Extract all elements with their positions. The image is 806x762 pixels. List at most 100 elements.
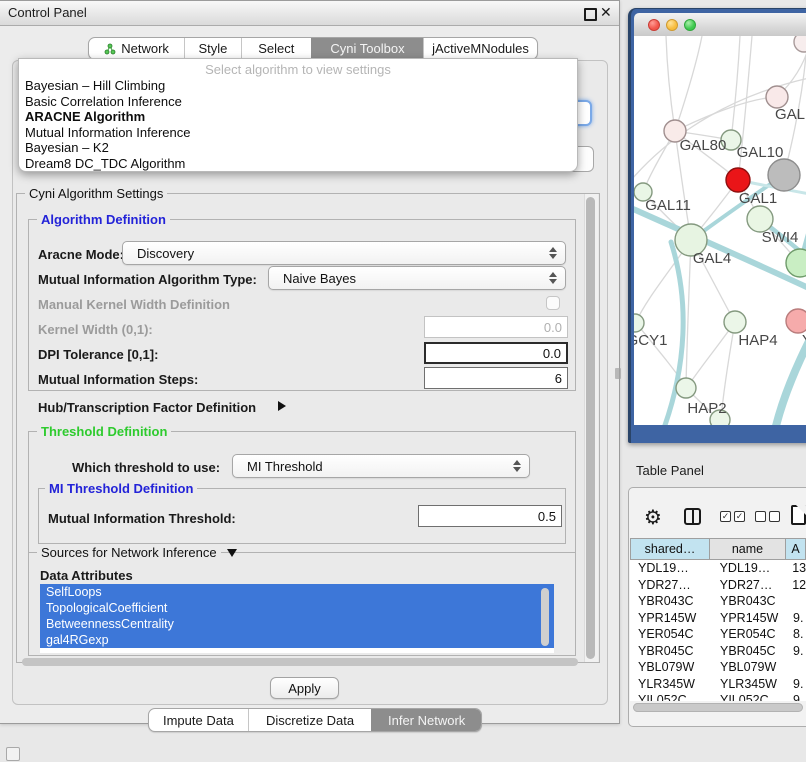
network-node-labels: GALGAL80GAL10GAL1GAL11GAL4SWI4GCY1HAP4YH… — [634, 106, 806, 417]
network-node-hap2[interactable] — [676, 378, 696, 398]
network-node[interactable] — [726, 168, 750, 192]
network-node-y[interactable] — [786, 309, 806, 333]
which-threshold-label: Which threshold to use: — [72, 460, 220, 475]
control-panel-titlebar[interactable]: Control Panel ✕ — [0, 1, 619, 26]
table-cell: 8. — [786, 627, 803, 641]
mi-algorithm-type-combo[interactable]: Naive Bayes — [268, 266, 566, 290]
table-cell: YBL079W — [710, 660, 786, 674]
table-row[interactable]: YBR043CYBR043C — [630, 593, 806, 610]
algorithm-definition-title: Algorithm Definition — [37, 212, 170, 227]
control-panel-title: Control Panel — [8, 5, 87, 20]
tab-impute-data[interactable]: Impute Data — [149, 709, 248, 731]
data-attributes-label: Data Attributes — [40, 568, 133, 583]
mi-algorithm-type-label: Mutual Information Algorithm Type: — [38, 272, 257, 287]
checkbox-unchecked-icon[interactable] — [755, 511, 766, 522]
bottom-tab-bar: Impute Data Discretize Data Infer Networ… — [148, 708, 482, 732]
zoom-traffic-light[interactable] — [684, 19, 696, 31]
checkbox-unchecked-icon[interactable] — [769, 511, 780, 522]
attribute-list-item[interactable]: SelfLoops — [40, 584, 554, 600]
table-body[interactable]: YDL19…YDL19…13YDR27…YDR27…12YBR043CYBR04… — [630, 560, 806, 701]
gear-icon[interactable]: ⚙ — [644, 505, 662, 530]
split-pane-handle[interactable] — [615, 368, 621, 379]
algorithm-option[interactable]: ARACNE Algorithm — [23, 109, 573, 125]
tab-infer-network[interactable]: Infer Network — [371, 709, 481, 731]
algorithm-dropdown-placeholder: Select algorithm to view settings — [19, 62, 577, 77]
table-cell: YDR27… — [630, 578, 710, 592]
settings-vscrollbar-thumb[interactable] — [586, 197, 595, 659]
table-row[interactable]: YDL19…YDL19…13 — [630, 560, 806, 577]
tab-network[interactable]: Network — [89, 38, 184, 59]
network-node-gal[interactable] — [766, 86, 788, 108]
network-node[interactable] — [794, 36, 806, 52]
minimized-panel-button[interactable] — [6, 747, 20, 761]
dpi-tolerance-field[interactable] — [424, 342, 568, 364]
tab-select[interactable]: Select — [241, 38, 311, 59]
settings-hscrollbar-thumb[interactable] — [22, 658, 578, 666]
checkbox-checked-icon[interactable]: ✓ — [720, 511, 731, 522]
float-window-icon[interactable] — [584, 8, 597, 21]
expand-right-icon[interactable] — [278, 401, 286, 411]
minimize-traffic-light[interactable] — [666, 19, 678, 31]
tab-discretize-data-label: Discretize Data — [266, 713, 354, 728]
table-row[interactable]: YER054CYER054C8. — [630, 626, 806, 643]
tab-cyni-toolbox[interactable]: Cyni Toolbox — [311, 38, 423, 59]
network-window-titlebar[interactable] — [634, 13, 806, 37]
network-node-gcy1[interactable] — [634, 314, 644, 332]
columns-icon[interactable] — [684, 508, 701, 525]
table-cell: YBR043C — [630, 594, 710, 608]
mi-algorithm-type-value: Naive Bayes — [269, 271, 545, 286]
column-header-partial[interactable]: A — [786, 538, 806, 560]
table-row[interactable]: YIL052CYIL052C9 — [630, 692, 806, 701]
table-cell: 9 — [786, 693, 800, 701]
document-icon[interactable] — [791, 505, 806, 525]
manual-kernel-width-checkbox[interactable] — [546, 296, 560, 310]
network-node-hap4[interactable] — [724, 311, 746, 333]
table-cell: YBR045C — [630, 644, 710, 658]
table-row[interactable]: YBR045CYBR045C9. — [630, 643, 806, 660]
tab-jactivemnodules[interactable]: jActiveMNodules — [423, 38, 537, 59]
attribute-list-item[interactable]: BetweennessCentrality — [40, 616, 554, 632]
algorithm-option[interactable]: Dream8 DC_TDC Algorithm — [23, 156, 573, 172]
stepper-icon — [509, 460, 525, 472]
network-canvas[interactable]: GALGAL80GAL10GAL1GAL11GAL4SWI4GCY1HAP4YH… — [634, 36, 806, 425]
table-row[interactable]: YBL079WYBL079W — [630, 659, 806, 676]
mi-threshold-field[interactable] — [418, 505, 562, 527]
close-icon[interactable]: ✕ — [600, 4, 612, 21]
aracne-mode-combo[interactable]: Discovery — [122, 241, 566, 265]
apply-button[interactable]: Apply — [270, 677, 339, 699]
table-cell: 9. — [786, 677, 803, 691]
attributes-list-scrollbar[interactable] — [541, 588, 549, 646]
algorithm-option[interactable]: Mutual Information Inference — [23, 125, 573, 141]
table-row[interactable]: YPR145WYPR145W9. — [630, 610, 806, 627]
tab-discretize-data[interactable]: Discretize Data — [248, 709, 372, 731]
algorithm-option[interactable]: Bayesian – Hill Climbing — [23, 78, 573, 94]
table-row[interactable]: YDR27…YDR27…12 — [630, 577, 806, 594]
table-cell: YIL052C — [710, 693, 786, 701]
table-cell: 13 — [785, 561, 806, 575]
column-header-name[interactable]: name — [710, 538, 786, 560]
kernel-width-field[interactable] — [424, 316, 568, 338]
attribute-list-item[interactable]: TopologicalCoefficient — [40, 600, 554, 616]
column-header-shared[interactable]: shared… — [630, 538, 710, 560]
table-row[interactable]: YLR345WYLR345W9. — [630, 676, 806, 693]
algorithm-option[interactable]: Basic Correlation Inference — [23, 94, 573, 110]
table-cell: 12 — [785, 578, 806, 592]
which-threshold-combo[interactable]: MI Threshold — [232, 454, 530, 478]
mi-threshold-label: Mutual Information Threshold: — [48, 511, 236, 526]
close-traffic-light[interactable] — [648, 19, 660, 31]
attribute-list-item[interactable]: gal4RGexp — [40, 632, 554, 648]
node-label: SWI4 — [762, 229, 799, 246]
checkbox-checked-icon[interactable]: ✓ — [734, 511, 745, 522]
algorithm-option[interactable]: Bayesian – K2 — [23, 140, 573, 156]
table-cell: YDL19… — [710, 561, 786, 575]
network-node[interactable] — [768, 159, 800, 191]
table-hscrollbar-thumb[interactable] — [633, 703, 803, 712]
node-label: GAL11 — [645, 197, 691, 214]
network-node-swi4[interactable] — [786, 249, 806, 277]
collapse-down-icon[interactable] — [227, 549, 237, 557]
mi-steps-field[interactable] — [424, 367, 568, 389]
manual-kernel-width-label: Manual Kernel Width Definition — [38, 297, 230, 312]
tab-style[interactable]: Style — [184, 38, 241, 59]
dpi-tolerance-label: DPI Tolerance [0,1]: — [38, 347, 158, 362]
data-attributes-list[interactable]: SelfLoopsTopologicalCoefficientBetweenne… — [40, 584, 554, 653]
